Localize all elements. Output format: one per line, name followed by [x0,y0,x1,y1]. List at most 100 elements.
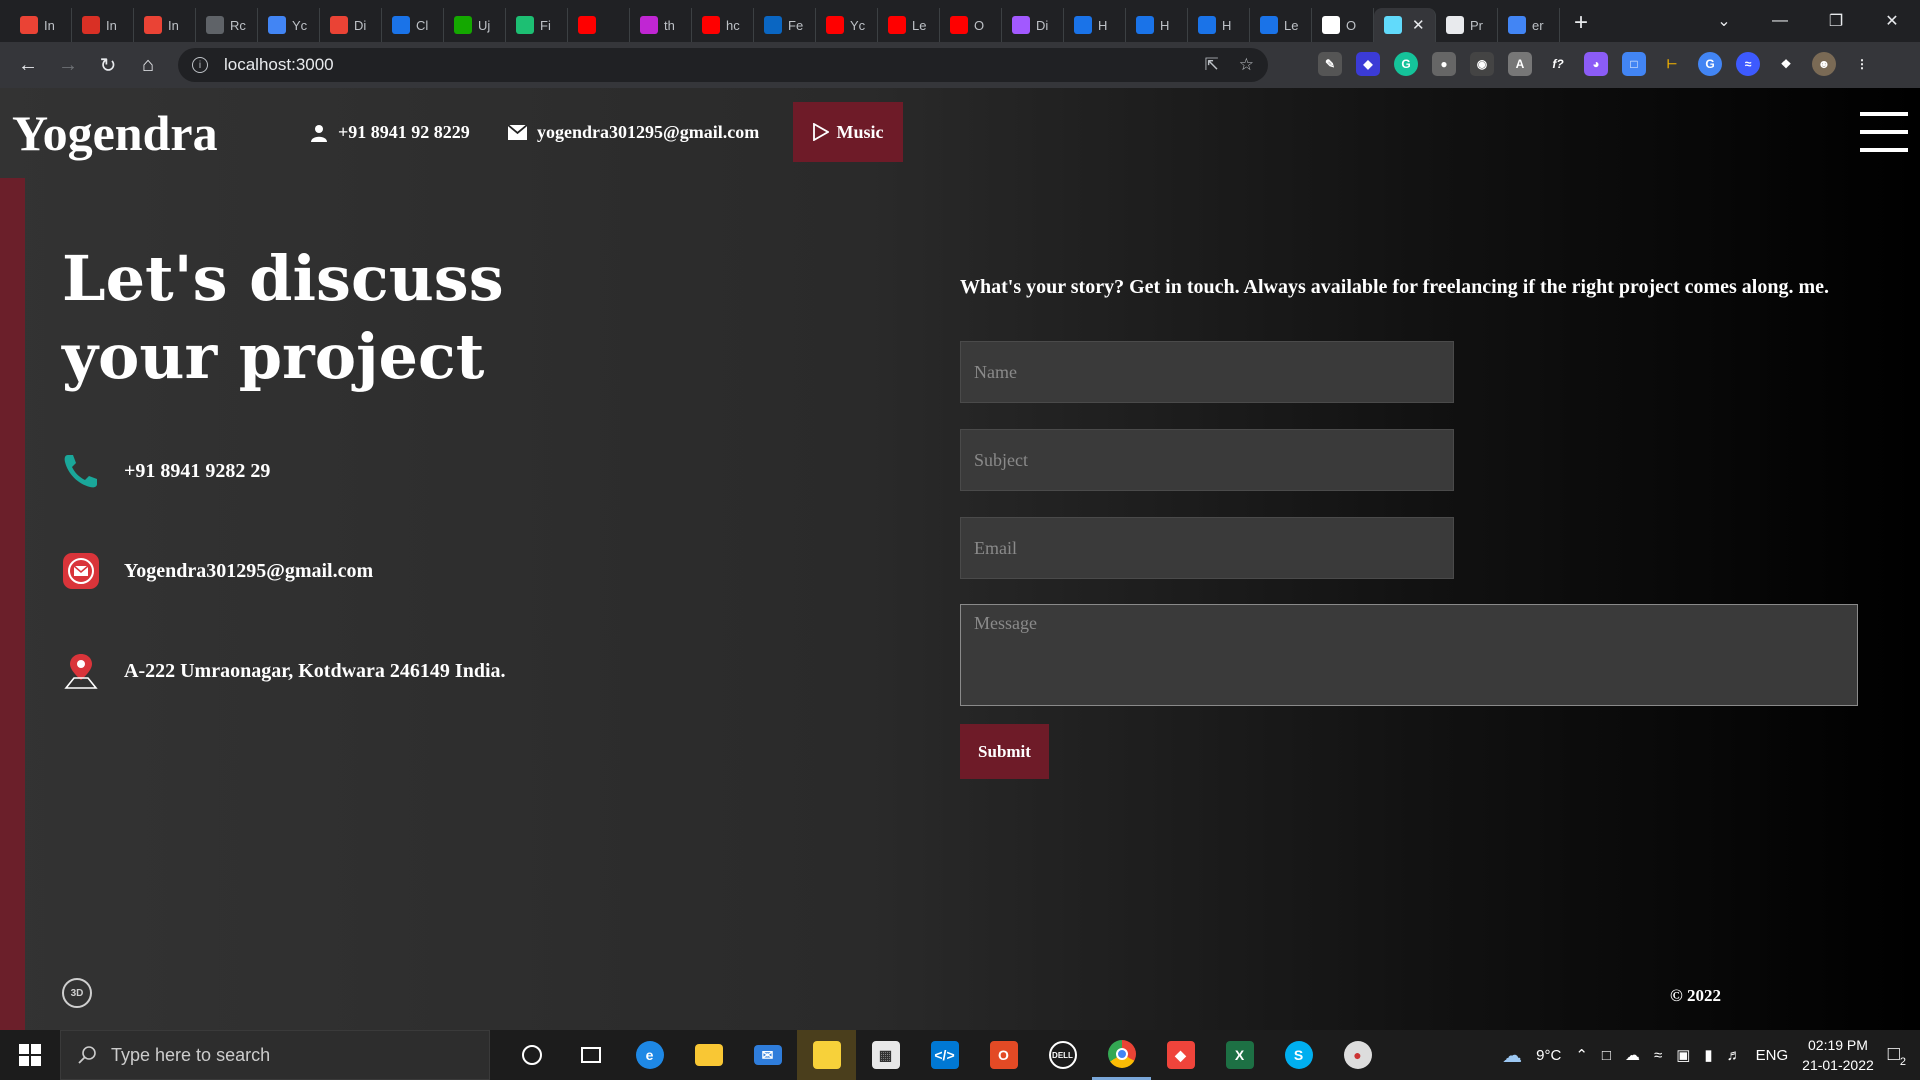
chevron-up-icon[interactable]: ⌃ [1575,1046,1588,1064]
new-tab-button[interactable]: + [1574,9,1588,37]
browser-tab[interactable]: er [1498,8,1560,42]
tab-search-icon[interactable]: ⌄ [1696,11,1752,31]
browser-tab[interactable]: Fe [754,8,816,42]
tab-close-icon[interactable]: ✕ [1412,16,1425,34]
browser-tab[interactable]: Rc [196,8,258,42]
onedrive-icon[interactable]: ☁ [1625,1046,1640,1064]
docs-extension-icon[interactable]: □ [1622,52,1646,76]
browser-tab-label: Fi [540,17,551,33]
browser-tab[interactable]: ✕ [1374,8,1436,42]
browser-tab[interactable]: H [1064,8,1126,42]
shield-extension-icon[interactable]: ◆ [1356,52,1380,76]
mail-app-icon[interactable]: ✉ [738,1030,797,1080]
browser-tab[interactable]: Uj [444,8,506,42]
wifi-icon[interactable]: ≈ [1654,1047,1662,1064]
clock[interactable]: 02:19 PM 21-01-2022 [1802,1035,1874,1075]
excel-icon[interactable]: X [1210,1030,1269,1080]
submit-button[interactable]: Submit [960,724,1049,779]
site-info-icon[interactable]: i [192,57,208,73]
task-view-icon[interactable] [561,1030,620,1080]
chrome-icon[interactable] [1092,1030,1151,1080]
browser-tab[interactable]: Le [878,8,940,42]
display-icon[interactable]: ▣ [1676,1046,1690,1064]
email-input[interactable] [960,517,1454,579]
close-window-button[interactable]: ✕ [1864,11,1920,31]
browser-tab[interactable] [568,8,630,42]
skype-icon[interactable]: S [1269,1030,1328,1080]
dell-icon[interactable]: DELL [1033,1030,1092,1080]
battery-icon[interactable]: ▮ [1704,1046,1712,1064]
extensions-puzzle-icon[interactable]: ❖ [1774,52,1798,76]
edge-icon[interactable]: e [620,1030,679,1080]
browser-tab[interactable]: Fi [506,8,568,42]
browser-menu-icon[interactable]: ⋮ [1850,52,1874,76]
share-icon[interactable]: ⇱ [1205,55,1219,75]
browser-tab[interactable]: Di [320,8,382,42]
cloud-weather-icon[interactable]: ☁ [1502,1043,1522,1068]
taskbar-search[interactable]: Type here to search [60,1030,490,1080]
file-explorer-icon[interactable] [679,1030,738,1080]
pin-extension-icon[interactable]: ⊢ [1660,52,1684,76]
store-icon[interactable]: ▦ [856,1030,915,1080]
contact-phone-text[interactable]: +91 8941 9282 29 [124,460,270,483]
bookmark-star-icon[interactable]: ☆ [1239,55,1254,75]
browser-tab[interactable]: H [1126,8,1188,42]
office-icon[interactable]: O [974,1030,1033,1080]
grammarly-extension-icon[interactable]: G [1394,52,1418,76]
contact-email-text[interactable]: Yogendra301295@gmail.com [124,560,373,583]
start-button[interactable] [0,1030,60,1080]
camera-extension-icon[interactable]: ● [1432,52,1456,76]
home-button[interactable]: ⌂ [128,54,168,77]
browser-tab-label: Le [912,17,927,33]
browser-tab[interactable]: hc [692,8,754,42]
message-textarea[interactable] [960,604,1858,706]
url-text[interactable]: localhost:3000 [224,55,334,75]
header-phone[interactable]: +91 8941 92 8229 [310,122,470,143]
formula-extension-icon[interactable]: f? [1546,52,1570,76]
messenger-extension-icon[interactable]: ≈ [1736,52,1760,76]
contact-address-row: A-222 Umraonagar, Kotdwara 246149 India. [62,652,506,690]
browser-tab[interactable]: th [630,8,692,42]
cortana-icon[interactable] [502,1030,561,1080]
browser-tab[interactable]: Yc [816,8,878,42]
language-indicator[interactable]: ENG [1756,1047,1789,1064]
brand-logo[interactable]: Yogendra [12,104,218,162]
minimize-button[interactable]: — [1752,12,1808,30]
browser-tab[interactable]: Cl [382,8,444,42]
browser-tab[interactable]: In [72,8,134,42]
font-extension-icon[interactable]: A [1508,52,1532,76]
dark-reader-extension-icon[interactable]: ◕ [1584,52,1608,76]
meet-icon[interactable]: □ [1602,1047,1611,1064]
address-bar[interactable]: i localhost:3000 ⇱ ☆ [178,48,1268,82]
color-extension-icon[interactable]: ◉ [1470,52,1494,76]
reload-button[interactable]: ↻ [88,53,128,78]
browser-tab[interactable]: O [940,8,1002,42]
browser-tab[interactable]: O [1312,8,1374,42]
translate-extension-icon[interactable]: G [1698,52,1722,76]
anydesk-icon[interactable]: ◆ [1151,1030,1210,1080]
browser-tab[interactable]: In [134,8,196,42]
weather-temp[interactable]: 9°C [1536,1047,1561,1064]
notifications-icon[interactable]: □2 [1888,1043,1906,1068]
sticky-notes-icon[interactable] [797,1030,856,1080]
paint-icon[interactable]: ● [1328,1030,1387,1080]
hamburger-menu-icon[interactable] [1860,112,1908,152]
name-input[interactable] [960,341,1454,403]
back-button[interactable]: ← [8,54,48,77]
browser-tab[interactable]: Pr [1436,8,1498,42]
browser-tab[interactable]: Le [1250,8,1312,42]
forward-button[interactable]: → [48,54,88,77]
view-3d-icon[interactable]: 3D [62,978,92,1008]
browser-tab[interactable]: Yc [258,8,320,42]
pen-extension-icon[interactable]: ✎ [1318,52,1342,76]
browser-tab[interactable]: Di [1002,8,1064,42]
music-button[interactable]: Music [793,102,903,162]
profile-avatar[interactable]: ☻ [1812,52,1836,76]
browser-tab[interactable]: H [1188,8,1250,42]
volume-icon[interactable]: ♬ [1727,1047,1742,1064]
browser-tab[interactable]: In [10,8,72,42]
vscode-icon[interactable]: </> [915,1030,974,1080]
subject-input[interactable] [960,429,1454,491]
header-email[interactable]: yogendra301295@gmail.com [508,122,759,143]
restore-button[interactable]: ❐ [1808,11,1864,31]
